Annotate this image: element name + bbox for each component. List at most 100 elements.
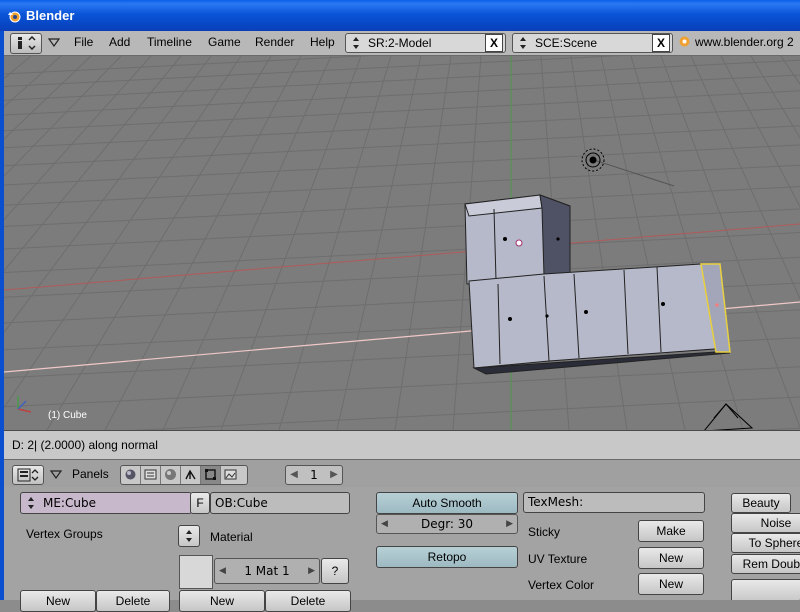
material-delete-button[interactable]: Delete: [265, 590, 351, 612]
menu-timeline[interactable]: Timeline: [147, 35, 192, 49]
noise-button[interactable]: Noise: [731, 513, 800, 533]
editing-icon: [205, 469, 216, 480]
scene-selector[interactable]: SCE:Scene X: [512, 33, 673, 53]
material-icon: [165, 469, 176, 480]
link-materials-panel: ME:Cube F OB:Cube Vertex Groups Material…: [18, 489, 355, 612]
shading-icon: [125, 469, 136, 480]
remove-doubles-button[interactable]: Rem Double: [731, 554, 800, 574]
tab-scene[interactable]: [221, 466, 240, 484]
vgroup-delete-button[interactable]: Delete: [96, 590, 170, 612]
uv-texture-new-button[interactable]: New: [638, 547, 704, 569]
panel-page-stepper[interactable]: ◀ 1 ▶: [285, 465, 343, 485]
grid-line: [4, 56, 373, 75]
object-icon: [144, 469, 157, 480]
object-name-field[interactable]: OB:Cube: [210, 492, 350, 514]
grid-line: [4, 56, 182, 272]
material-color-swatch[interactable]: [179, 555, 213, 589]
grid-line: [780, 56, 800, 86]
smooth-degree-value: Degr: 30: [420, 517, 474, 531]
scene-icon: [224, 469, 237, 480]
transform-info-text: D: 2| (2.0000) along normal: [12, 438, 158, 452]
menu-game[interactable]: Game: [208, 35, 241, 49]
mesh-tools-panel: Beauty Noise To Sphere Rem Double: [726, 489, 800, 600]
auto-smooth-toggle[interactable]: Auto Smooth: [376, 492, 518, 514]
uv-texture-label: UV Texture: [528, 552, 588, 566]
mesh-object-cube[interactable]: [464, 194, 731, 375]
3d-viewport[interactable]: (1) Cube: [4, 56, 800, 430]
viewport-canvas[interactable]: [4, 56, 800, 430]
floor-grid: [4, 56, 800, 430]
material-browse-button[interactable]: [178, 525, 200, 547]
grid-line: [4, 90, 800, 132]
sticky-label: Sticky: [528, 525, 561, 539]
vertex-color-label: Vertex Color: [528, 578, 595, 592]
close-screen-button[interactable]: X: [485, 34, 503, 52]
vgroup-new-button[interactable]: New: [20, 590, 96, 612]
hidden-tool-button[interactable]: [731, 579, 800, 600]
to-sphere-button[interactable]: To Sphere: [731, 533, 800, 553]
transform-info-bar: D: 2| (2.0000) along normal: [4, 430, 800, 459]
grid-line: [4, 56, 212, 334]
camera-icon[interactable]: [704, 403, 754, 430]
arrow-right-icon[interactable]: ▶: [506, 515, 513, 533]
texmesh-label: TexMesh:: [528, 495, 584, 509]
menu-help[interactable]: Help: [310, 35, 335, 49]
grid-line: [4, 164, 800, 206]
title-bar[interactable]: Blender: [0, 0, 800, 31]
up-down-arrows-icon: [28, 497, 34, 509]
collapse-triangle-icon[interactable]: [48, 38, 60, 47]
grid-line: [4, 208, 800, 250]
close-scene-button[interactable]: X: [652, 34, 670, 52]
arrow-left-icon[interactable]: ◀: [381, 515, 388, 533]
mesh-name-field[interactable]: ME:Cube: [20, 492, 192, 514]
up-down-arrows-icon: [520, 37, 526, 49]
material-help-button[interactable]: ?: [321, 558, 349, 584]
menu-bar: File Add Timeline Game Render Help SR:2-…: [4, 31, 800, 56]
menu-add[interactable]: Add: [109, 35, 130, 49]
tab-editing[interactable]: [201, 466, 221, 484]
grid-line: [394, 56, 452, 430]
vertex-groups-label: Vertex Groups: [26, 527, 103, 541]
arrow-left-icon[interactable]: ◀: [288, 466, 300, 484]
grid-line: [132, 396, 800, 430]
panels-label: Panels: [72, 467, 109, 481]
retopo-toggle[interactable]: Retopo: [376, 546, 518, 568]
arrow-right-icon[interactable]: ▶: [328, 466, 340, 484]
tab-shading[interactable]: [121, 466, 141, 484]
menu-render[interactable]: Render: [255, 35, 294, 49]
editor-type-button[interactable]: [10, 33, 42, 54]
menu-file[interactable]: File: [74, 35, 93, 49]
sticky-make-button[interactable]: Make: [638, 520, 704, 542]
website-link[interactable]: www.blender.org 2: [676, 33, 800, 51]
tab-material[interactable]: [161, 466, 181, 484]
vertex-color-new-button[interactable]: New: [638, 573, 704, 595]
blender-logo-icon: [679, 36, 690, 47]
axis-gizmo-icon: [17, 396, 32, 413]
grid-line: [162, 56, 332, 430]
material-slot-field[interactable]: ◀ 1 Mat 1 ▶: [214, 558, 320, 584]
grid-line: [660, 56, 800, 429]
window-title: Blender: [26, 8, 75, 23]
material-new-button[interactable]: New: [179, 590, 265, 612]
lamp-direction-line: [593, 159, 675, 187]
tab-object[interactable]: [141, 466, 161, 484]
collapse-triangle-icon[interactable]: [50, 470, 62, 479]
grid-line: [4, 144, 800, 186]
arrow-right-icon[interactable]: ▶: [308, 559, 315, 583]
material-label: Material: [210, 530, 253, 544]
physics-icon: [185, 469, 196, 480]
info-icon: [18, 36, 36, 50]
buttons-window-header: Panels ◀ 1 ▶: [4, 459, 800, 488]
fake-user-button[interactable]: F: [190, 492, 210, 514]
up-down-arrows-icon: [186, 530, 192, 542]
texmesh-field[interactable]: TexMesh:: [523, 492, 705, 513]
beauty-toggle[interactable]: Beauty: [731, 493, 791, 513]
editor-type-button[interactable]: [12, 465, 44, 485]
material-slot-value: 1 Mat 1: [244, 564, 290, 578]
blender-logo-icon: [8, 11, 21, 23]
smooth-degree-field[interactable]: ◀ Degr: 30 ▶: [376, 514, 518, 534]
grid-line: [630, 56, 744, 430]
tab-physics[interactable]: [181, 466, 201, 484]
arrow-left-icon[interactable]: ◀: [219, 559, 226, 583]
screen-selector[interactable]: SR:2-Model X: [345, 33, 506, 53]
